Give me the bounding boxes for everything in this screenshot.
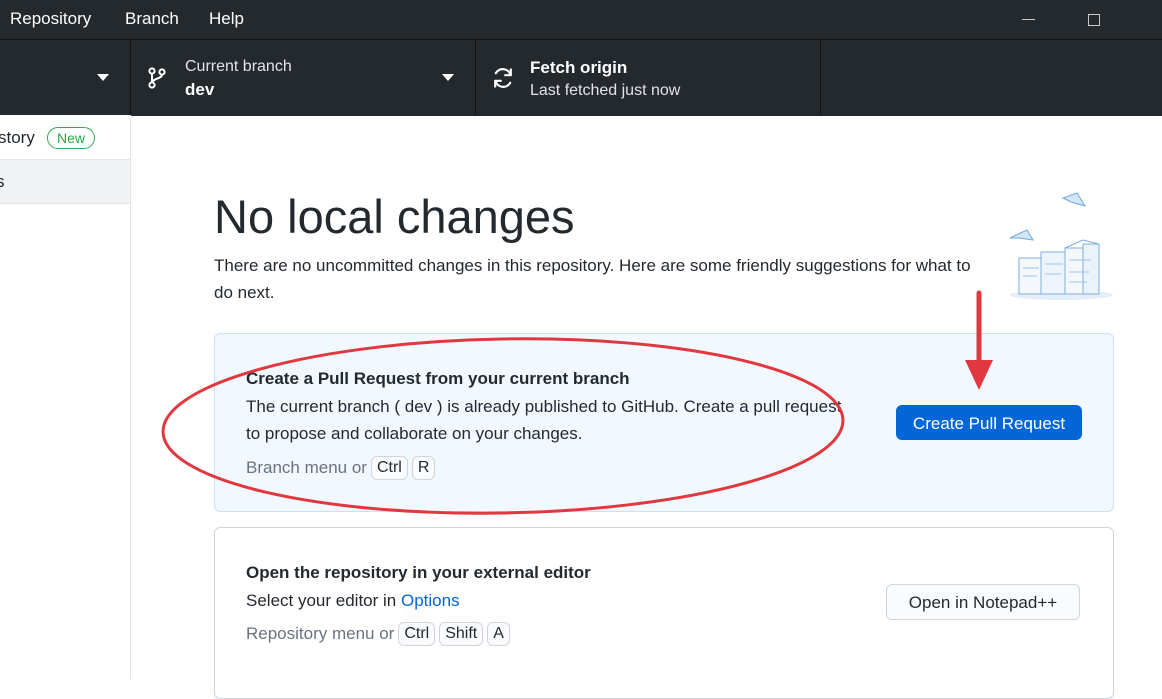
git-branch-icon (148, 67, 166, 89)
tab-changes-label: s (0, 172, 5, 191)
open-editor-hint: Repository menu or Ctrl Shift A (246, 622, 510, 646)
current-branch-button[interactable]: Current branch dev (131, 40, 476, 116)
options-link[interactable]: Options (401, 591, 460, 610)
tab-history[interactable]: story New (0, 115, 130, 160)
fetch-origin-title: Fetch origin (530, 58, 628, 77)
toolbar: Current branch dev Fetch origin Last fet… (0, 39, 1162, 116)
sidebar: story New s (0, 115, 131, 679)
last-fetched-text: Last fetched just now (530, 82, 681, 99)
menu-bar: Repository Branch Help (0, 0, 1162, 39)
empty-state-illustration (1009, 192, 1113, 300)
editor-description-text: Select your editor in (246, 591, 397, 610)
pull-request-card: Create a Pull Request from your current … (214, 333, 1114, 512)
new-badge: New (47, 127, 96, 149)
maximize-icon[interactable] (1071, 0, 1117, 39)
key-shift: Shift (439, 622, 484, 646)
key-a: A (487, 622, 510, 646)
open-editor-card: Open the repository in your external edi… (214, 527, 1114, 699)
key-ctrl: Ctrl (370, 456, 408, 480)
sync-icon (494, 68, 512, 88)
hint-text: Branch menu or (246, 458, 367, 477)
menu-help[interactable]: Help (209, 9, 244, 29)
minimize-icon[interactable] (1005, 0, 1051, 39)
key-r: R (411, 456, 436, 480)
create-pull-request-button[interactable]: Create Pull Request (896, 405, 1082, 440)
hint-text: Repository menu or (246, 624, 395, 643)
menu-repository[interactable]: Repository (10, 9, 91, 29)
tab-changes[interactable]: s (0, 160, 130, 204)
current-branch-name: dev (185, 80, 215, 99)
intro-text: There are no uncommitted changes in this… (214, 256, 971, 302)
key-ctrl: Ctrl (398, 622, 436, 646)
open-editor-description: Select your editor in Options (246, 587, 846, 614)
pull-request-title: Create a Pull Request from your current … (246, 369, 630, 388)
chevron-down-icon (442, 74, 454, 81)
fetch-origin-button[interactable]: Fetch origin Last fetched just now (476, 40, 821, 116)
pull-request-hint: Branch menu or Ctrl R (246, 456, 436, 480)
open-in-notepad-button[interactable]: Open in Notepad++ (886, 584, 1080, 620)
current-repository-button[interactable] (0, 40, 131, 116)
tab-history-label: story (0, 128, 35, 147)
chevron-down-icon (97, 74, 109, 81)
page-title: No local changes (214, 190, 575, 243)
open-editor-title: Open the repository in your external edi… (246, 563, 591, 582)
menu-branch[interactable]: Branch (125, 9, 179, 29)
pull-request-description: The current branch ( dev ) is already pu… (246, 397, 842, 443)
current-branch-title: Current branch (185, 58, 292, 75)
